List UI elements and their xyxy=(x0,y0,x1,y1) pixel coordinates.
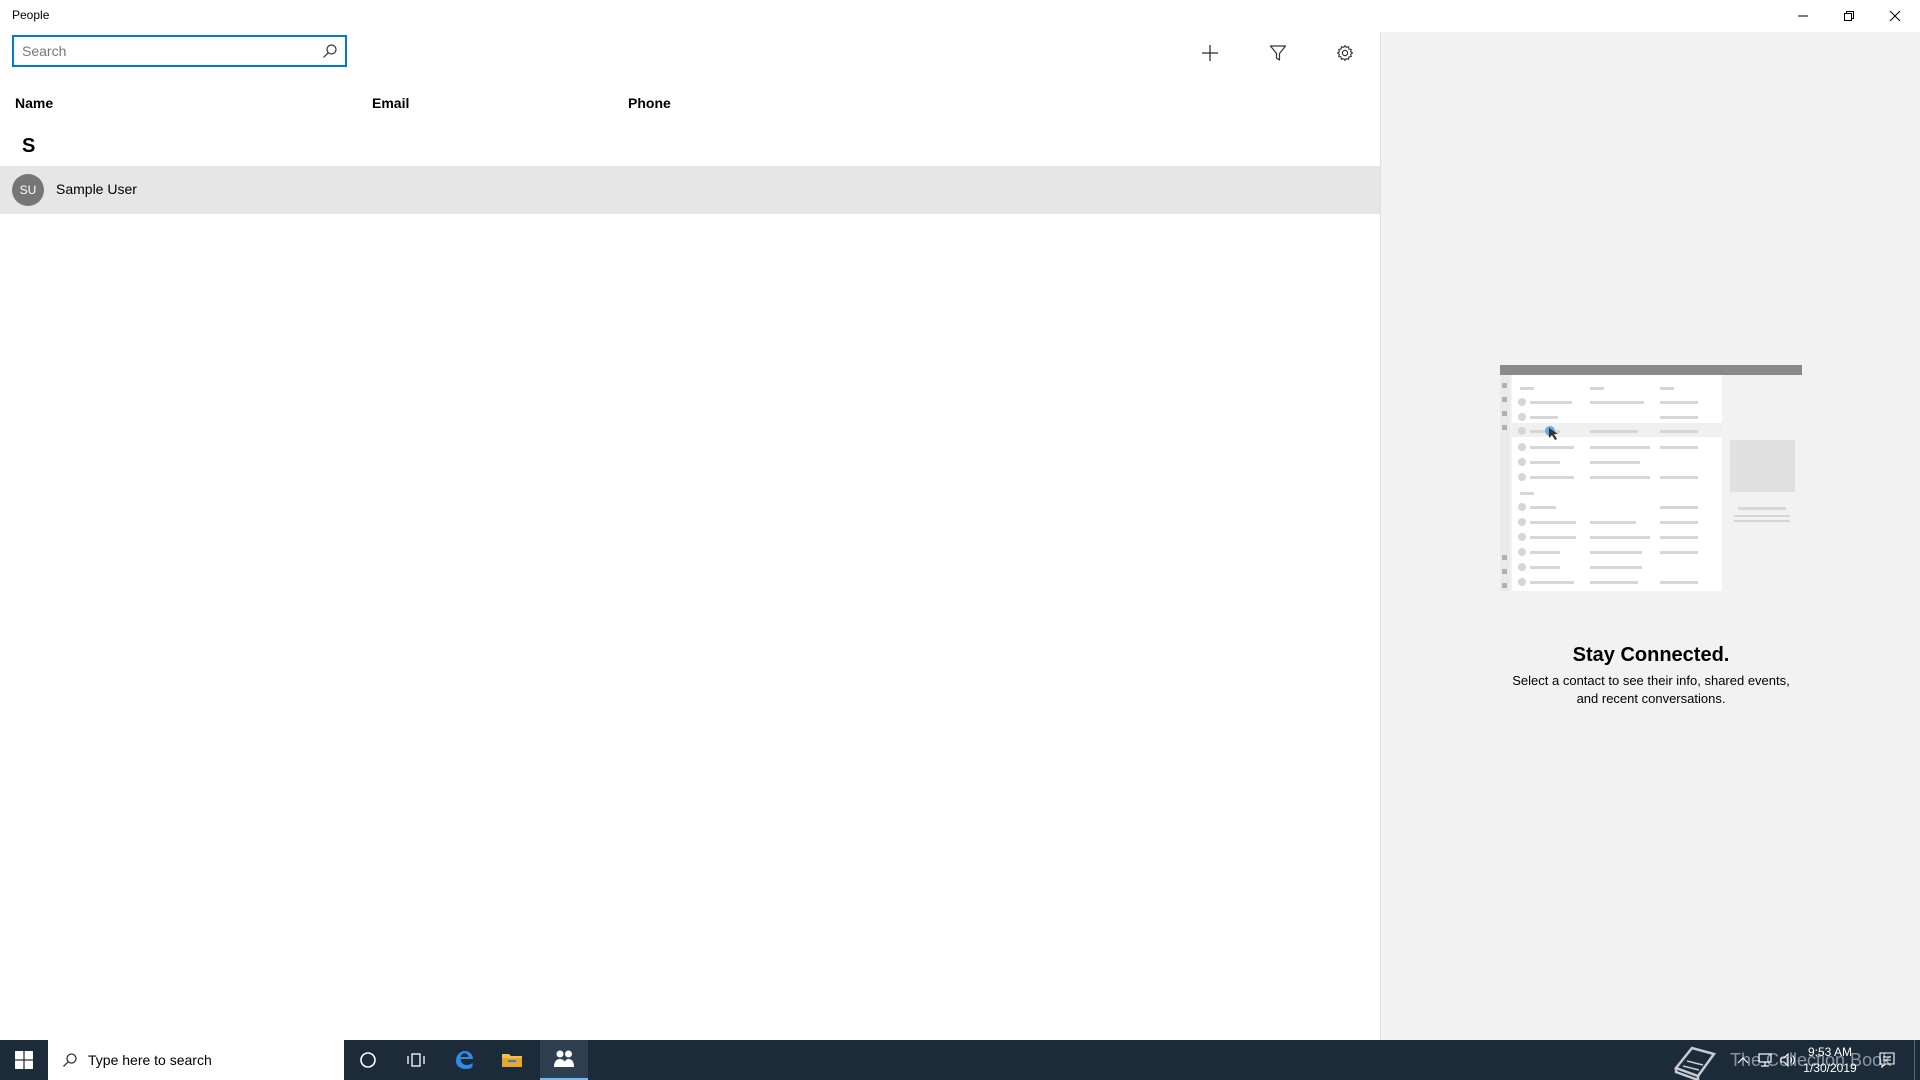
add-contact-button[interactable] xyxy=(1188,35,1232,71)
restore-icon xyxy=(1844,11,1854,21)
empty-state-description: Select a contact to see their info, shar… xyxy=(1501,672,1801,708)
search-input[interactable] xyxy=(22,41,312,61)
edge-browser-button[interactable] xyxy=(440,1040,488,1080)
minimize-icon xyxy=(1798,15,1808,17)
clock[interactable]: 9:53 AM 1/30/2019 xyxy=(1790,1044,1870,1076)
taskbar: Type here to search The Collection Book … xyxy=(0,1040,1920,1080)
clock-date: 1/30/2019 xyxy=(1803,1061,1857,1075)
windows-logo-icon xyxy=(15,1051,33,1069)
empty-state-line-1: Select a contact to see their info, shar… xyxy=(1512,673,1790,688)
minimize-button[interactable] xyxy=(1780,0,1826,32)
column-header-email[interactable]: Email xyxy=(372,95,409,111)
contacts-illustration xyxy=(1500,365,1802,591)
cortana-circle-icon xyxy=(360,1052,376,1068)
cortana-button[interactable] xyxy=(344,1040,392,1080)
restore-button[interactable] xyxy=(1826,0,1872,32)
close-icon xyxy=(1889,10,1901,22)
network-icon xyxy=(1758,1053,1772,1067)
notification-icon xyxy=(1879,1052,1895,1068)
contact-detail-pane: Stay Connected. Select a contact to see … xyxy=(1380,32,1920,1040)
search-icon xyxy=(63,1053,77,1067)
start-button[interactable] xyxy=(0,1040,48,1080)
people-app-button[interactable] xyxy=(540,1040,588,1080)
edge-browser-icon xyxy=(456,1051,473,1069)
title-bar: People xyxy=(0,0,1920,32)
empty-state-title: Stay Connected. xyxy=(1572,644,1730,666)
book-watermark xyxy=(1664,1040,1724,1080)
clock-time: 9:53 AM xyxy=(1807,1045,1853,1059)
folder-icon xyxy=(502,1054,522,1067)
contact-list-pane: Name Email Phone S SU Sample User xyxy=(0,32,1380,1040)
gear-icon xyxy=(1336,44,1354,62)
column-header-name[interactable]: Name xyxy=(15,95,53,111)
book-logo-icon xyxy=(1673,1046,1717,1080)
taskbar-search-box[interactable]: Type here to search xyxy=(48,1040,344,1080)
filter-icon xyxy=(1269,45,1287,61)
app-title: People xyxy=(12,8,50,22)
contact-row[interactable]: SU Sample User xyxy=(0,166,1380,214)
empty-state-line-2: and recent conversations. xyxy=(1576,691,1726,706)
contact-name: Sample User xyxy=(56,181,137,197)
people-icon xyxy=(554,1050,574,1067)
avatar: SU xyxy=(12,174,44,206)
task-view-button[interactable] xyxy=(392,1040,440,1080)
filter-button[interactable] xyxy=(1256,35,1300,71)
show-hidden-icons-button[interactable] xyxy=(1733,1040,1753,1080)
show-desktop-button[interactable] xyxy=(1914,1040,1920,1080)
search-box[interactable] xyxy=(12,35,347,67)
search-icon[interactable] xyxy=(322,43,338,59)
taskbar-search-placeholder: Type here to search xyxy=(88,1052,212,1068)
chevron-up-icon xyxy=(1737,1057,1749,1064)
plus-icon xyxy=(1202,45,1218,61)
task-view-icon xyxy=(407,1053,425,1067)
file-explorer-button[interactable] xyxy=(488,1040,536,1080)
group-header-s[interactable]: S xyxy=(22,135,35,158)
close-button[interactable] xyxy=(1872,0,1918,32)
settings-button[interactable] xyxy=(1323,35,1367,71)
action-center-button[interactable] xyxy=(1872,1040,1902,1080)
network-button[interactable] xyxy=(1755,1040,1775,1080)
column-header-phone[interactable]: Phone xyxy=(628,95,671,111)
